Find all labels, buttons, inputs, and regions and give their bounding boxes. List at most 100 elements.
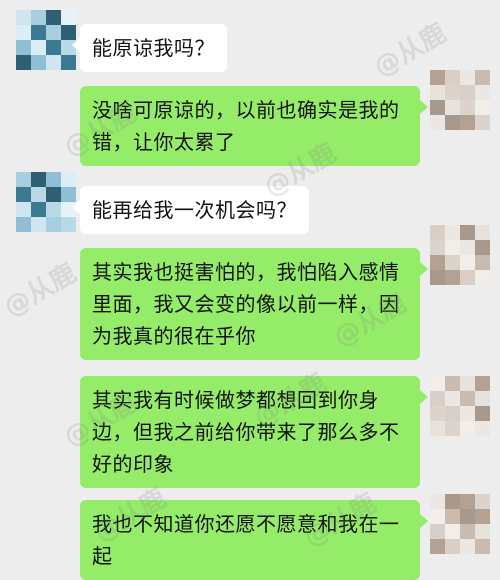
avatar-mosaic-cell [475, 70, 490, 85]
avatar-mosaic-cell [445, 509, 460, 524]
avatar-mosaic-cell [445, 225, 460, 240]
outgoing-message[interactable]: 没啥可原谅的，以前也确实是我的错，让你太累了 [80, 86, 428, 166]
avatar-mosaic-cell [16, 10, 31, 25]
contact-avatar[interactable] [16, 172, 76, 232]
avatar-mosaic-cell [445, 270, 460, 285]
avatar-mosaic-cell [430, 421, 445, 436]
avatar-mosaic-cell [475, 115, 490, 130]
avatar-mosaic-cell [16, 25, 31, 40]
avatar-mosaic-cell [460, 85, 475, 100]
avatar-mosaic-cell [475, 509, 490, 524]
user-avatar[interactable] [430, 225, 490, 285]
user-avatar[interactable] [430, 376, 490, 436]
avatar-mosaic-cell [31, 172, 46, 187]
avatar-mosaic-cell [475, 494, 490, 509]
avatar-mosaic-cell [31, 10, 46, 25]
avatar-mosaic-cell [445, 70, 460, 85]
avatar-mosaic-cell [430, 225, 445, 240]
contact-avatar[interactable] [16, 10, 76, 70]
avatar-mosaic-cell [460, 391, 475, 406]
avatar-mosaic-cell [460, 255, 475, 270]
avatar-mosaic-cell [445, 391, 460, 406]
avatar-mosaic-cell [16, 202, 31, 217]
avatar-mosaic-cell [46, 10, 61, 25]
avatar-mosaic-cell [460, 524, 475, 539]
avatar-mosaic-cell [430, 270, 445, 285]
avatar-mosaic-cell [31, 25, 46, 40]
avatar-mosaic-cell [460, 270, 475, 285]
incoming-message[interactable]: 能原谅我吗？ [72, 24, 227, 72]
avatar-mosaic-cell [445, 539, 460, 554]
avatar-mosaic-cell [475, 421, 490, 436]
avatar-mosaic-cell [460, 100, 475, 115]
user-avatar[interactable] [430, 494, 490, 554]
avatar-mosaic-cell [445, 524, 460, 539]
avatar-mosaic-cell [61, 55, 76, 70]
avatar-mosaic-cell [460, 421, 475, 436]
avatar-mosaic-cell [61, 217, 76, 232]
avatar-mosaic-cell [31, 202, 46, 217]
avatar-mosaic-cell [460, 240, 475, 255]
avatar-mosaic-cell [430, 255, 445, 270]
avatar-mosaic-cell [46, 217, 61, 232]
avatar-mosaic-cell [430, 494, 445, 509]
avatar-mosaic-cell [460, 115, 475, 130]
avatar-mosaic-cell [46, 202, 61, 217]
avatar-mosaic-cell [460, 70, 475, 85]
avatar-mosaic-cell [61, 172, 76, 187]
avatar-mosaic-cell [475, 225, 490, 240]
avatar-mosaic-cell [430, 100, 445, 115]
avatar-mosaic-cell [445, 255, 460, 270]
avatar-mosaic-cell [460, 225, 475, 240]
avatar-mosaic-cell [475, 539, 490, 554]
avatar-mosaic-cell [445, 100, 460, 115]
avatar-mosaic-cell [475, 240, 490, 255]
outgoing-message[interactable]: 其实我也挺害怕的，我怕陷入感情里面，我又会变的像以前一样，因为我真的很在乎你 [80, 248, 428, 360]
avatar-mosaic-cell [445, 115, 460, 130]
avatar-mosaic-cell [445, 376, 460, 391]
outgoing-message[interactable]: 我也不知道你还愿不愿意和我在一起 [80, 500, 428, 580]
avatar-mosaic-cell [475, 376, 490, 391]
avatar-mosaic-cell [16, 187, 31, 202]
avatar-mosaic-cell [430, 406, 445, 421]
avatar-mosaic-cell [475, 255, 490, 270]
avatar-mosaic-cell [475, 100, 490, 115]
avatar-mosaic-cell [16, 40, 31, 55]
outgoing-message[interactable]: 其实我有时候做梦都想回到你身边，但我之前给你带来了那么多不好的印象 [80, 376, 428, 488]
avatar-mosaic-cell [31, 187, 46, 202]
avatar-mosaic-cell [16, 55, 31, 70]
avatar-mosaic-cell [430, 524, 445, 539]
avatar-mosaic-cell [46, 172, 61, 187]
avatar-mosaic-cell [460, 494, 475, 509]
avatar-mosaic-cell [430, 509, 445, 524]
avatar-mosaic-cell [31, 217, 46, 232]
avatar-mosaic-cell [445, 421, 460, 436]
watermark-text: @从鹿 [0, 258, 82, 324]
avatar-mosaic-cell [430, 539, 445, 554]
avatar-mosaic-cell [46, 25, 61, 40]
avatar-mosaic-cell [16, 172, 31, 187]
avatar-mosaic-cell [445, 85, 460, 100]
avatar-mosaic-cell [430, 85, 445, 100]
avatar-mosaic-cell [460, 376, 475, 391]
avatar-mosaic-cell [460, 509, 475, 524]
chat-conversation: 能原谅我吗？ 没啥可原谅的，以前也确实是我的错，让你太累了 能再给我一次机会吗？… [0, 0, 500, 580]
avatar-mosaic-cell [475, 391, 490, 406]
avatar-mosaic-cell [46, 40, 61, 55]
avatar-mosaic-cell [475, 406, 490, 421]
avatar-mosaic-cell [475, 270, 490, 285]
avatar-mosaic-cell [475, 85, 490, 100]
avatar-mosaic-cell [61, 10, 76, 25]
avatar-mosaic-cell [430, 376, 445, 391]
avatar-mosaic-cell [46, 187, 61, 202]
avatar-mosaic-cell [31, 40, 46, 55]
incoming-message[interactable]: 能再给我一次机会吗？ [72, 186, 309, 234]
avatar-mosaic-cell [430, 240, 445, 255]
avatar-mosaic-cell [430, 70, 445, 85]
avatar-mosaic-cell [430, 391, 445, 406]
avatar-mosaic-cell [445, 494, 460, 509]
avatar-mosaic-cell [430, 115, 445, 130]
avatar-mosaic-cell [46, 55, 61, 70]
user-avatar[interactable] [430, 70, 490, 130]
avatar-mosaic-cell [460, 406, 475, 421]
